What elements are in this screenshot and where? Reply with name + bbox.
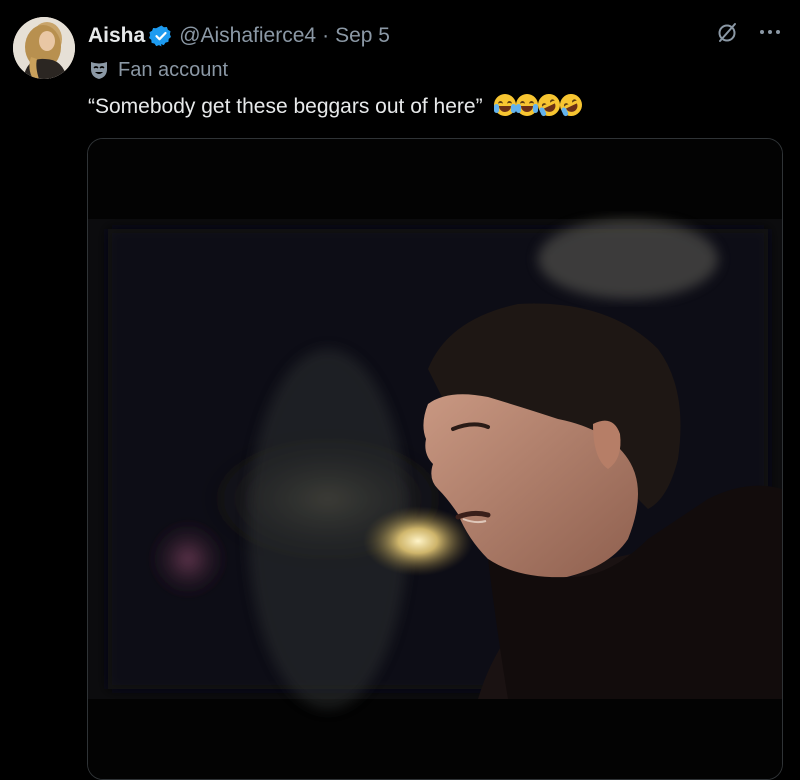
theater-mask-icon <box>88 59 110 81</box>
tweet-text: “Somebody get these beggars out of here” <box>88 90 587 122</box>
display-name[interactable]: Aisha <box>88 24 145 48</box>
grok-icon[interactable] <box>716 20 740 49</box>
account-label-text: Fan account <box>118 58 229 81</box>
more-dots-icon[interactable] <box>758 20 782 49</box>
handle[interactable]: @Aishafierce4 <box>179 24 316 48</box>
tweet-actions <box>716 20 782 49</box>
verified-badge-icon <box>149 24 173 48</box>
tweet-header: Aisha @Aishafierce4 · Sep 5 <box>88 20 390 52</box>
tweet-body: “Somebody get these beggars out of here” <box>88 95 483 118</box>
loudly-crying-face-icon <box>494 94 517 117</box>
emoji-row <box>494 90 587 121</box>
tweet-date[interactable]: Sep 5 <box>335 24 390 48</box>
avatar-photo-icon <box>13 17 75 79</box>
rolling-on-floor-laughing-icon <box>556 90 587 121</box>
avatar[interactable] <box>13 17 75 79</box>
loudly-crying-face-icon <box>516 94 539 117</box>
account-label: Fan account <box>88 56 228 84</box>
video-frame <box>88 139 782 779</box>
tweet-media-video[interactable] <box>87 138 783 780</box>
tweet[interactable]: Aisha @Aishafierce4 · Sep 5 Fan account … <box>0 0 800 780</box>
separator-dot: · <box>322 24 330 47</box>
